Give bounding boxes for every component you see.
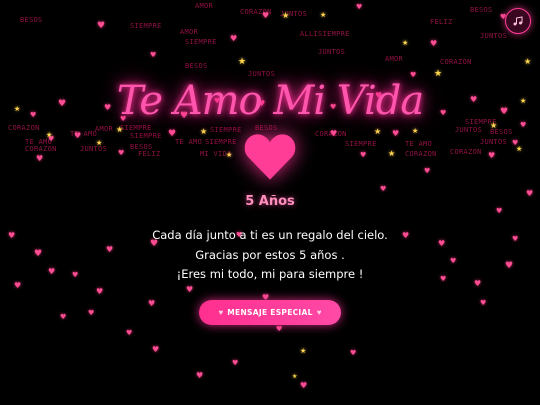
heart-icon: ♥ <box>232 359 239 367</box>
background-word: SIEMPRE <box>130 22 162 30</box>
background-word: CORAZON <box>8 124 40 132</box>
background-word: AMOR <box>95 125 114 133</box>
star-icon: ★ <box>200 127 208 136</box>
star-icon: ★ <box>412 127 419 135</box>
heart-icon: ♥ <box>150 51 157 59</box>
years-label: 5 Años <box>245 194 295 209</box>
heart-icon: ♥ <box>356 3 363 11</box>
heart-icon: ♥ <box>126 329 133 337</box>
background-word: TE AMO <box>405 140 433 148</box>
star-icon: ★ <box>388 149 396 158</box>
star-icon: ★ <box>96 139 103 147</box>
background-word: CORAZON <box>25 145 57 153</box>
background-word: BESOS <box>255 124 278 132</box>
background-word: CORAZON <box>405 150 437 158</box>
heart-icon: ♥ <box>392 129 400 138</box>
special-message-button[interactable]: ♥ MENSAJE ESPECIAL ♥ <box>199 300 341 325</box>
background-word: JUNTOS <box>455 126 483 134</box>
background-word: JUNTOS <box>480 138 508 146</box>
heart-icon: ♥ <box>218 308 224 317</box>
heart-icon: ♥ <box>300 381 308 390</box>
heart-icon: ♥ <box>186 285 194 294</box>
heart-icon: ♥ <box>14 281 22 290</box>
star-icon: ★ <box>292 373 298 380</box>
heart-icon: ♥ <box>60 313 67 321</box>
background-word: SIEMPRE <box>345 140 377 148</box>
star-icon: ★ <box>374 127 382 136</box>
background-word: BESOS <box>185 62 208 70</box>
background-word: ALLISIEMPRE <box>300 30 350 38</box>
music-note-icon <box>513 16 523 26</box>
background-word: JUNTOS <box>480 32 508 40</box>
heart-icon: ♥ <box>488 151 496 160</box>
star-icon: ★ <box>282 11 290 20</box>
star-icon: ★ <box>46 131 53 139</box>
heart-icon: ♥ <box>262 11 270 20</box>
heart-icon: ♥ <box>97 21 106 31</box>
star-icon: ★ <box>238 57 247 67</box>
star-icon: ★ <box>226 151 233 159</box>
heart-icon: ♥ <box>474 279 482 288</box>
background-word: FELIZ <box>138 150 161 158</box>
heart-icon: ♥ <box>96 287 104 296</box>
message-line-2: Gracias por estos 5 años . <box>195 248 345 262</box>
background-word: SIEMPRE <box>130 132 162 140</box>
star-icon: ★ <box>300 347 307 355</box>
heart-icon: ♥ <box>74 131 82 140</box>
background-word: BESOS <box>470 6 493 14</box>
background-word: FELIZ <box>430 18 453 26</box>
heart-icon: ♥ <box>424 167 431 175</box>
heart-icon: ♥ <box>380 185 387 193</box>
heart-icon: ♥ <box>480 299 487 307</box>
special-message-label: MENSAJE ESPECIAL <box>227 308 313 317</box>
background-word: CORAZON <box>440 58 472 66</box>
heart-icon: ♥ <box>36 154 44 163</box>
heart-icon: ♥ <box>118 149 125 157</box>
heart-icon: ♥ <box>360 151 367 159</box>
music-toggle-button[interactable] <box>505 8 531 34</box>
heart-icon: ♥ <box>350 349 357 357</box>
background-word: TE AMO <box>175 138 203 146</box>
star-icon: ★ <box>320 11 327 19</box>
background-word: SIEMPRE <box>205 138 237 146</box>
background-word: AMOR <box>195 2 214 10</box>
heart-icon: ♥ <box>276 325 283 333</box>
heart-icon: ♥ <box>496 207 503 215</box>
page-title: Te Amo Mi Vida <box>116 78 424 124</box>
background-word: AMOR <box>180 28 199 36</box>
background-word: SIEMPRE <box>185 38 217 46</box>
background-word: AMOR <box>385 55 404 63</box>
heart-icon: ♥ <box>330 129 338 138</box>
heart-icon: ♥ <box>196 371 204 380</box>
background-word: JUNTOS <box>80 145 108 153</box>
star-icon: ★ <box>402 39 409 47</box>
message-line-1: Cada día junto a ti es un regalo del cie… <box>152 228 388 242</box>
background-word: JUNTOS <box>248 70 276 78</box>
heart-icon: ♥ <box>88 309 95 317</box>
background-word: SIEMPRE <box>210 126 242 134</box>
heart-icon: ♥ <box>316 308 322 317</box>
background-word: JUNTOS <box>318 48 346 56</box>
background-word: BESOS <box>20 16 43 24</box>
star-icon: ★ <box>524 57 532 66</box>
background-word: CORAZON <box>450 148 482 156</box>
background-word: SIEMPRE <box>120 124 152 132</box>
star-icon: ★ <box>516 145 523 153</box>
heart-icon: ♥ <box>230 34 238 43</box>
message-line-3: ¡Eres mi todo, mi para siempre ! <box>176 267 364 281</box>
star-icon: ★ <box>116 125 124 134</box>
heart-icon <box>244 134 296 180</box>
heart-icon: ♥ <box>430 39 438 48</box>
heart-icon: ♥ <box>168 129 177 139</box>
heart-icon: ♥ <box>148 299 156 308</box>
heart-icon: ♥ <box>152 345 160 354</box>
